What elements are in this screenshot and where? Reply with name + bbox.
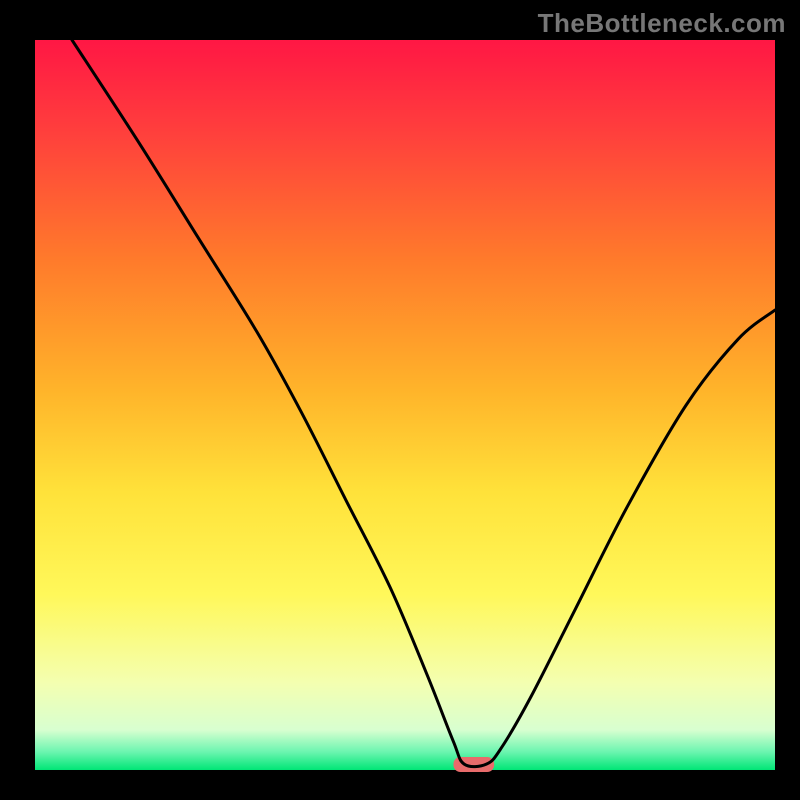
plot-background [35,40,775,770]
watermark-label: TheBottleneck.com [538,8,786,39]
bottleneck-chart [0,0,800,800]
chart-container: TheBottleneck.com [0,0,800,800]
